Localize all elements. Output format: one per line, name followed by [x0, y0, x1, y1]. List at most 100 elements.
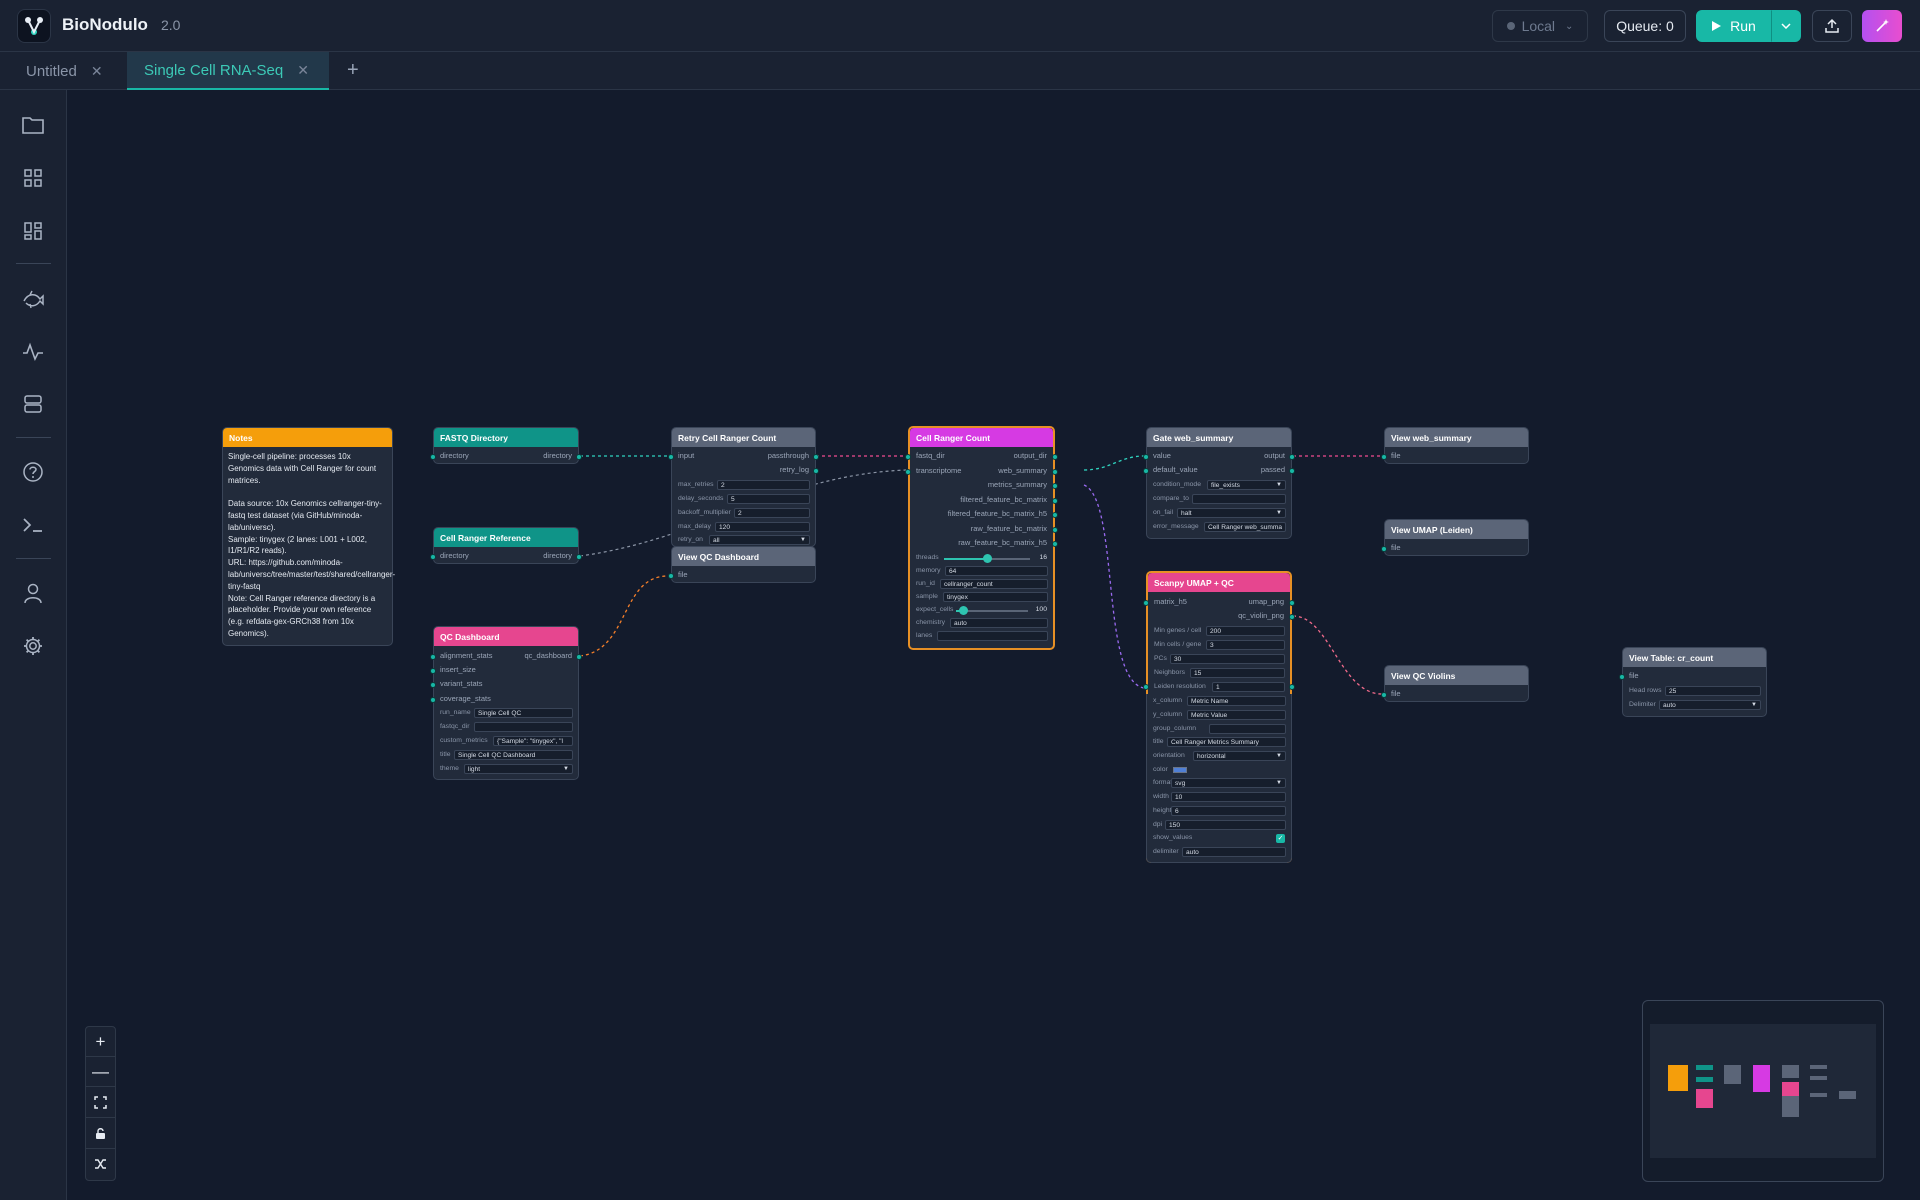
slider-knob[interactable] [959, 606, 969, 615]
input-port[interactable] [1381, 454, 1387, 460]
param-input[interactable] [1209, 724, 1286, 734]
zoom-in-icon[interactable]: + [86, 1027, 115, 1057]
delimiter-select[interactable]: auto ▼ [1659, 700, 1761, 710]
settings-icon[interactable] [20, 633, 46, 659]
input-port[interactable] [1381, 692, 1387, 698]
qc-dashboard-node[interactable]: QC Dashboard alignment_stats qc_dashboar… [430, 626, 582, 780]
runtime-select[interactable]: Local ⌄ [1492, 10, 1588, 42]
param-input[interactable]: 2 [734, 508, 810, 518]
output-port[interactable] [1289, 454, 1295, 460]
output-port[interactable] [1052, 527, 1058, 533]
cell-ranger-count-node[interactable]: Cell Ranger Count fastq_dir output_dir t… [905, 426, 1058, 650]
param-input[interactable]: 64 [945, 566, 1048, 576]
input-port[interactable] [1619, 674, 1625, 680]
app-logo-icon[interactable] [17, 9, 51, 43]
input-port[interactable] [668, 573, 674, 579]
input-port[interactable] [1381, 546, 1387, 552]
param-input[interactable]: 25 [1665, 686, 1761, 696]
tab-untitled[interactable]: Untitled ✕ [0, 52, 126, 90]
threads-slider[interactable]: threads 16 [910, 553, 1053, 564]
output-port[interactable] [1052, 498, 1058, 504]
output-port[interactable] [813, 454, 819, 460]
notes-text[interactable]: Single-cell pipeline: processes 10x Geno… [223, 447, 395, 644]
output-port[interactable] [1289, 468, 1295, 474]
user-icon[interactable] [20, 580, 46, 606]
param-input[interactable]: tinygex [943, 592, 1048, 602]
output-port[interactable] [1052, 483, 1058, 489]
param-input[interactable]: Single Cell QC Dashboard [454, 750, 573, 760]
output-port[interactable] [1052, 512, 1058, 518]
run-options-button[interactable] [1771, 10, 1801, 42]
format-select[interactable]: svg ▼ [1171, 778, 1286, 788]
view-table-node[interactable]: View Table: cr_count file Head rows 25 De… [1619, 647, 1767, 717]
input-port[interactable] [430, 668, 436, 674]
param-input[interactable]: 150 [1165, 820, 1286, 830]
output-port[interactable] [1289, 684, 1295, 690]
notes-node[interactable]: Notes Single-cell pipeline: processes 10… [222, 427, 395, 646]
server-icon[interactable] [20, 391, 46, 417]
param-input[interactable]: Single Cell QC [474, 708, 573, 718]
param-input[interactable]: Cell Ranger Metrics Summary [1167, 737, 1286, 747]
fit-view-icon[interactable] [86, 1088, 115, 1118]
param-input[interactable]: {"Sample": "tinygex", "l [493, 736, 573, 746]
terminal-icon[interactable] [20, 512, 46, 538]
zoom-out-icon[interactable]: — [86, 1057, 115, 1087]
condition-mode-select[interactable]: file_exists ▼ [1207, 480, 1286, 490]
export-button[interactable] [1812, 10, 1852, 42]
input-port[interactable] [1143, 600, 1149, 606]
param-input[interactable]: 2 [717, 480, 810, 490]
output-port[interactable] [576, 654, 582, 660]
param-input[interactable] [1192, 494, 1286, 504]
param-input[interactable]: 6 [1171, 806, 1286, 816]
on-fail-select[interactable]: halt ▼ [1177, 508, 1286, 518]
fish-icon[interactable] [20, 286, 46, 312]
shuffle-layout-icon[interactable] [86, 1149, 115, 1179]
scanpy-umap-qc-node[interactable]: Scanpy UMAP + QC matrix_h5 umap_png qc_v… [1143, 571, 1295, 863]
input-port[interactable] [1143, 684, 1149, 690]
theme-select[interactable]: light ▼ [464, 764, 573, 774]
output-port[interactable] [1289, 614, 1295, 620]
input-port[interactable] [1143, 468, 1149, 474]
param-input[interactable] [937, 631, 1048, 641]
view-qc-dashboard-node[interactable]: View QC Dashboard file [668, 546, 816, 583]
add-tab-icon[interactable]: + [347, 59, 359, 82]
close-icon[interactable]: ✕ [297, 62, 309, 79]
ai-assistant-button[interactable] [1862, 10, 1902, 42]
orientation-select[interactable]: horizontal ▼ [1193, 751, 1286, 761]
param-input[interactable]: Metric Name [1187, 696, 1286, 706]
param-input[interactable]: 200 [1206, 626, 1285, 636]
input-port[interactable] [1143, 454, 1149, 460]
input-port[interactable] [905, 454, 911, 460]
output-port[interactable] [1289, 600, 1295, 606]
view-qc-violins-node[interactable]: View QC Violins file [1381, 665, 1529, 702]
expect-cells-slider[interactable]: expect_cells 100 [910, 605, 1053, 616]
dashboard-icon[interactable] [20, 218, 46, 244]
input-port[interactable] [430, 682, 436, 688]
close-icon[interactable]: ✕ [91, 63, 103, 80]
input-port[interactable] [430, 454, 436, 460]
queue-button[interactable]: Queue: 0 [1604, 10, 1686, 42]
param-input[interactable]: 15 [1190, 668, 1285, 678]
param-input[interactable]: Metric Value [1187, 710, 1286, 720]
param-input[interactable]: Cell Ranger web_summa [1204, 522, 1286, 532]
help-icon[interactable] [20, 459, 46, 485]
grid-icon[interactable] [20, 165, 46, 191]
output-port[interactable] [813, 468, 819, 474]
input-port[interactable] [668, 454, 674, 460]
color-swatch[interactable] [1173, 767, 1187, 773]
minimap[interactable] [1642, 1000, 1884, 1182]
activity-icon[interactable] [20, 339, 46, 365]
param-input[interactable]: cellranger_count [940, 579, 1048, 589]
tab-single-cell-rna-seq[interactable]: Single Cell RNA-Seq ✕ [127, 52, 329, 90]
param-input[interactable]: 120 [715, 522, 810, 532]
output-port[interactable] [576, 454, 582, 460]
output-port[interactable] [1052, 469, 1058, 475]
output-port[interactable] [1052, 541, 1058, 547]
param-input[interactable]: auto [1182, 847, 1286, 857]
slider-knob[interactable] [983, 554, 992, 563]
input-port[interactable] [430, 697, 436, 703]
run-button[interactable]: Run [1696, 10, 1771, 42]
fastq-directory-node[interactable]: FASTQ Directory directory directory [430, 427, 582, 464]
param-input[interactable]: 30 [1170, 654, 1285, 664]
input-port[interactable] [905, 469, 911, 475]
